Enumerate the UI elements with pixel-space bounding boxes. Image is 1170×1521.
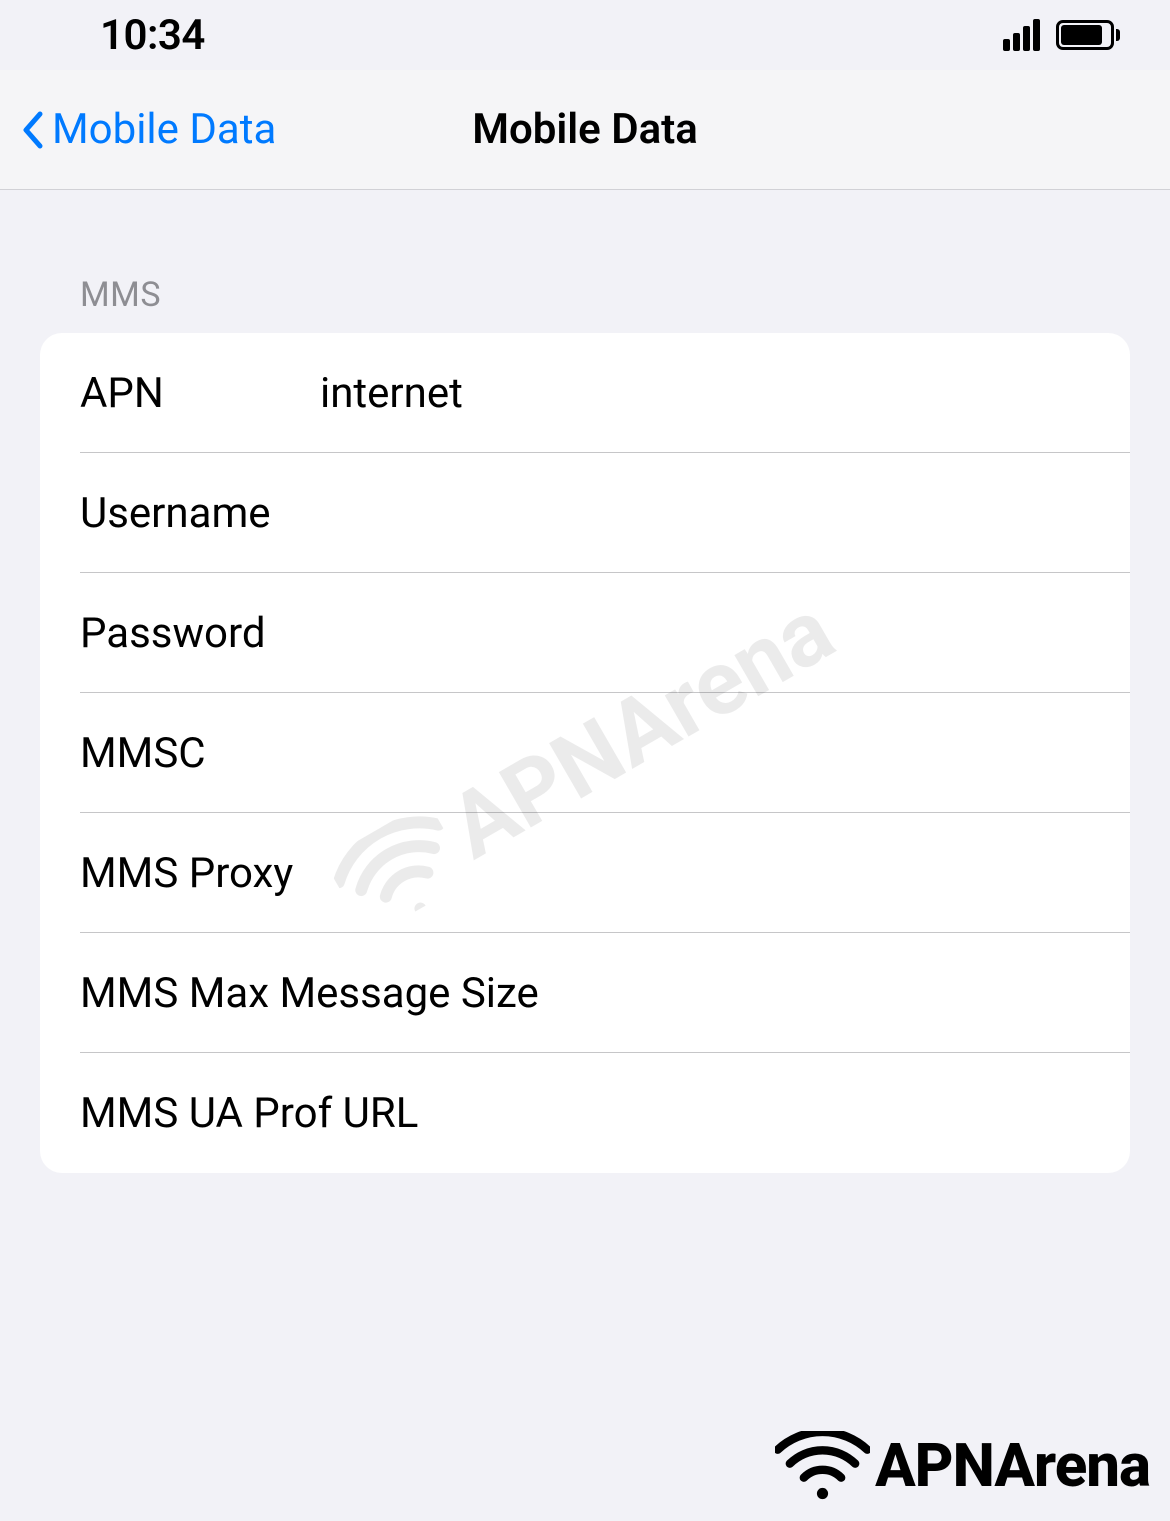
row-label: Password bbox=[80, 609, 320, 658]
navigation-bar: Mobile Data Mobile Data bbox=[0, 70, 1170, 190]
back-button[interactable]: Mobile Data bbox=[20, 105, 276, 154]
cellular-signal-icon bbox=[1003, 19, 1040, 51]
status-indicators bbox=[1003, 19, 1120, 51]
status-time: 10:34 bbox=[100, 11, 205, 60]
brand-logo-text: APNArena bbox=[875, 1430, 1150, 1501]
row-label: Username bbox=[80, 489, 320, 538]
row-label: MMS UA Prof URL bbox=[80, 1089, 1089, 1138]
mmsc-input[interactable] bbox=[320, 729, 1090, 778]
page-title: Mobile Data bbox=[472, 105, 698, 154]
row-password[interactable]: Password bbox=[40, 573, 1130, 693]
username-input[interactable] bbox=[320, 489, 1090, 538]
content-area: MMS APN Username Password MMSC MMS Proxy bbox=[0, 190, 1170, 1173]
section-header-mms: MMS bbox=[40, 190, 1130, 333]
wifi-icon bbox=[775, 1431, 870, 1501]
apn-input[interactable] bbox=[320, 369, 1090, 418]
mms-max-size-input[interactable] bbox=[1089, 969, 1090, 1018]
row-username[interactable]: Username bbox=[40, 453, 1130, 573]
mms-proxy-input[interactable] bbox=[320, 849, 1090, 898]
row-mms-max-size[interactable]: MMS Max Message Size bbox=[40, 933, 1130, 1053]
row-label: APN bbox=[80, 369, 320, 418]
row-mmsc[interactable]: MMSC bbox=[40, 693, 1130, 813]
battery-icon bbox=[1056, 20, 1120, 50]
chevron-left-icon bbox=[20, 110, 44, 150]
back-label: Mobile Data bbox=[52, 105, 276, 154]
row-mms-proxy[interactable]: MMS Proxy bbox=[40, 813, 1130, 933]
row-label: MMSC bbox=[80, 729, 320, 778]
row-label: MMS Max Message Size bbox=[80, 969, 1089, 1018]
status-bar: 10:34 bbox=[0, 0, 1170, 70]
row-mms-ua-prof-url[interactable]: MMS UA Prof URL bbox=[40, 1053, 1130, 1173]
row-label: MMS Proxy bbox=[80, 849, 320, 898]
brand-logo: APNArena bbox=[775, 1430, 1150, 1501]
password-input[interactable] bbox=[320, 609, 1090, 658]
mms-ua-prof-url-input[interactable] bbox=[1089, 1089, 1090, 1138]
row-apn[interactable]: APN bbox=[40, 333, 1130, 453]
settings-group-mms: APN Username Password MMSC MMS Proxy MMS… bbox=[40, 333, 1130, 1173]
